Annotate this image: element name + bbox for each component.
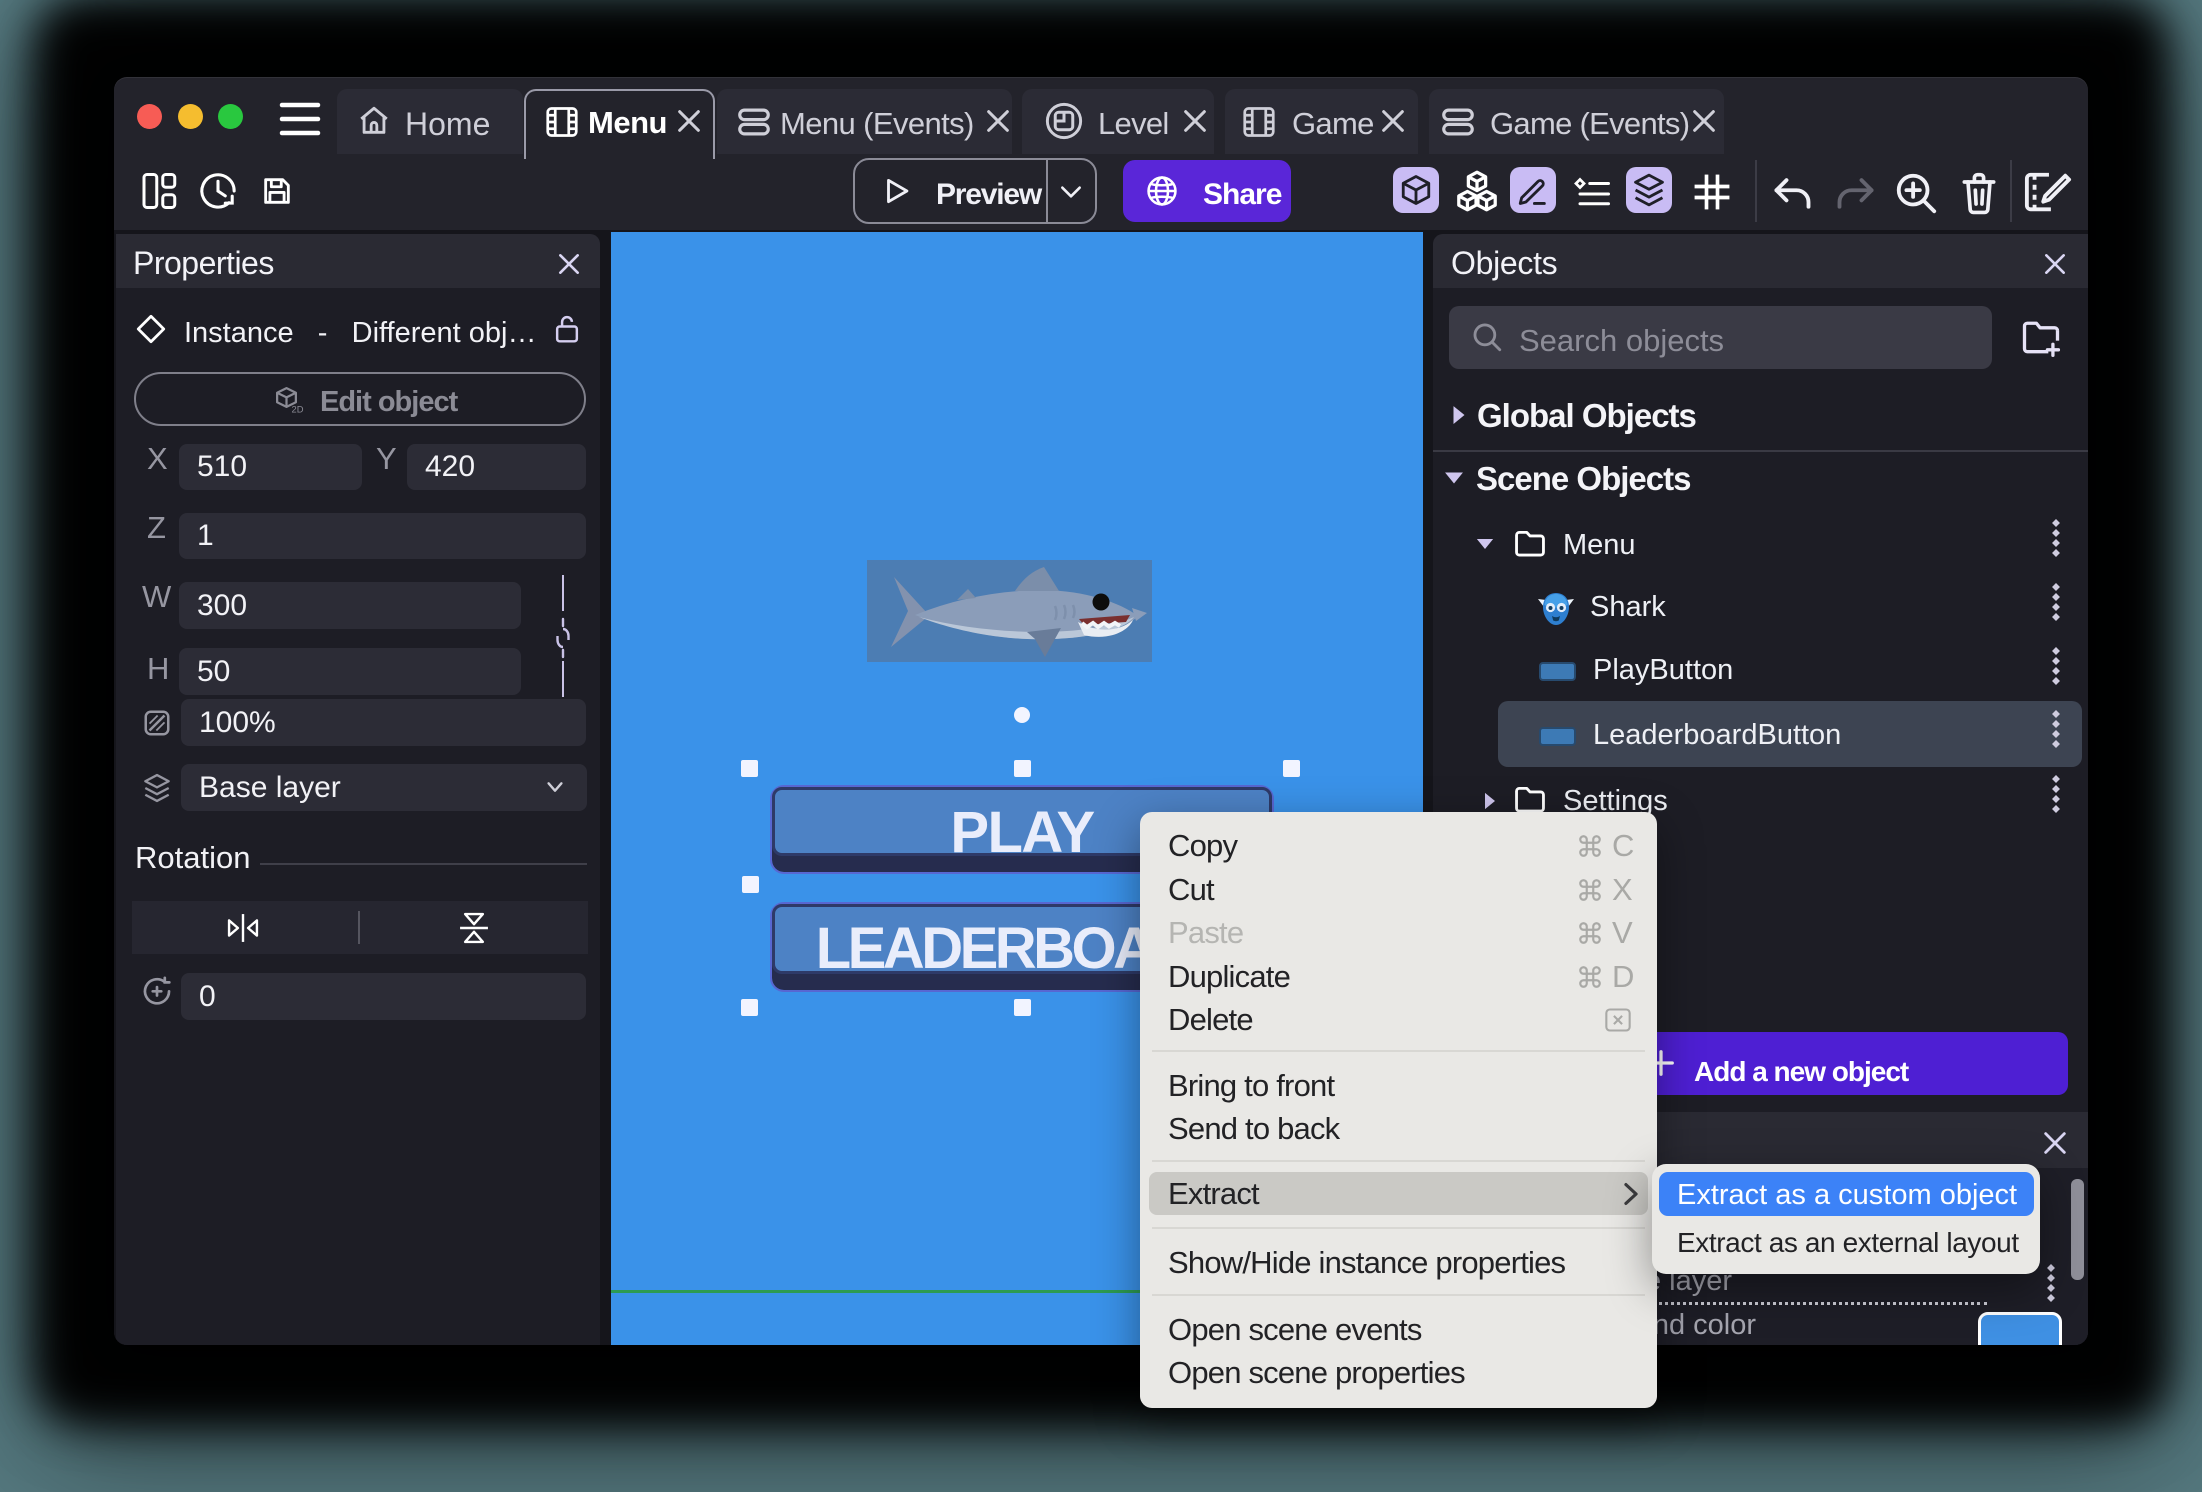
svg-text:2D: 2D — [292, 405, 304, 415]
